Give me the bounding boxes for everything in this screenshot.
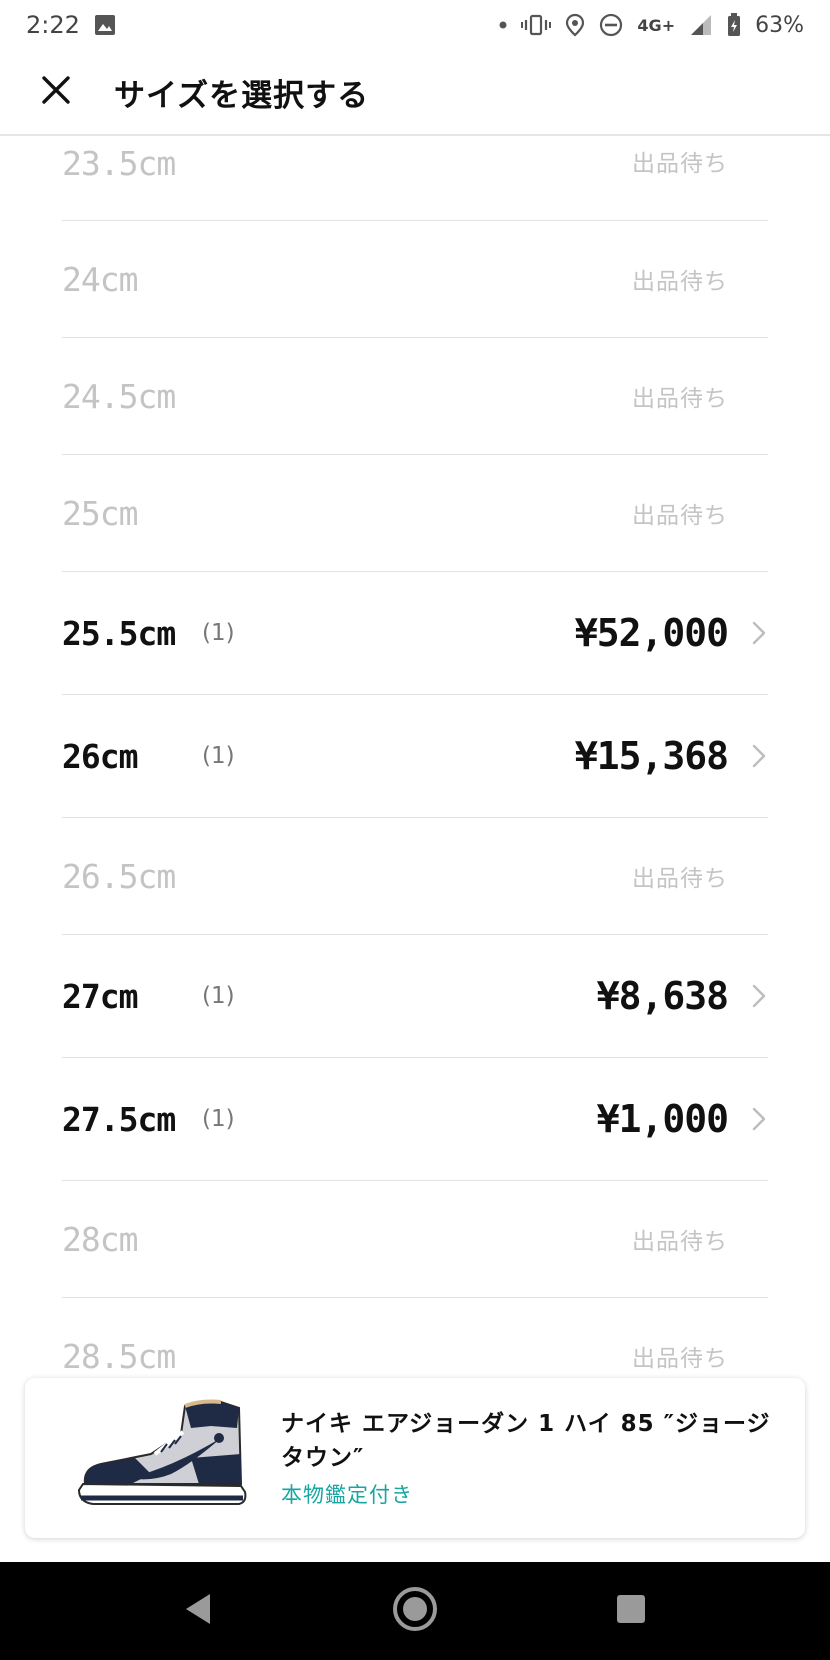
price: ¥1,000 bbox=[596, 1097, 729, 1141]
product-image bbox=[61, 1393, 261, 1523]
size-label: 24.5cm bbox=[62, 376, 176, 416]
waiting-label: 出品待ち bbox=[632, 269, 728, 295]
close-button[interactable] bbox=[28, 64, 84, 120]
price: ¥15,368 bbox=[574, 734, 729, 778]
size-row[interactable]: 25.5cm (1) ¥52,000 bbox=[62, 572, 768, 695]
chevron-right-icon bbox=[750, 1107, 768, 1131]
chevron-right-icon bbox=[750, 984, 768, 1008]
waiting-label: 出品待ち bbox=[632, 1229, 728, 1255]
size-row: 24.5cm 出品待ち bbox=[62, 338, 768, 455]
size-row[interactable]: 27.5cm (1) ¥1,000 bbox=[62, 1058, 768, 1181]
do-not-disturb-icon bbox=[599, 13, 623, 37]
size-row: 28cm 出品待ち bbox=[62, 1181, 768, 1298]
recents-square-icon bbox=[615, 1593, 647, 1629]
size-label: 25cm bbox=[62, 493, 138, 533]
waiting-label: 出品待ち bbox=[632, 386, 728, 412]
size-list: 23.5cm 出品待ち 24cm 出品待ち 24.5cm 出品待ち 25cm 出品待ち 25.5… bbox=[62, 140, 768, 1415]
vibrate-icon bbox=[521, 14, 552, 36]
size-label: 23.5cm bbox=[62, 144, 176, 183]
back-button[interactable] bbox=[171, 1583, 227, 1639]
size-label: 28.5cm bbox=[62, 1336, 176, 1376]
status-left: 2:22 bbox=[26, 11, 116, 39]
size-label: 27.5cm bbox=[62, 1099, 176, 1139]
price: ¥52,000 bbox=[574, 611, 729, 655]
size-row: 23.5cm 出品待ち bbox=[62, 140, 768, 221]
navigation-bar bbox=[0, 1562, 830, 1660]
size-row[interactable]: 26cm (1) ¥15,368 bbox=[62, 695, 768, 818]
size-row: 26.5cm 出品待ち bbox=[62, 818, 768, 935]
listing-count: (1) bbox=[202, 620, 235, 646]
home-circle-icon bbox=[391, 1585, 439, 1637]
battery-percent: 63% bbox=[755, 12, 804, 38]
close-icon bbox=[41, 75, 71, 109]
waiting-label: 出品待ち bbox=[632, 1346, 728, 1372]
signal-icon bbox=[689, 14, 713, 36]
back-triangle-icon bbox=[184, 1592, 214, 1630]
chevron-right-icon bbox=[750, 744, 768, 768]
battery-icon bbox=[727, 13, 741, 37]
status-time: 2:22 bbox=[26, 11, 80, 39]
header: サイズを選択する bbox=[0, 50, 830, 136]
listing-count: (1) bbox=[202, 983, 235, 1009]
network-type: 4G+ bbox=[637, 15, 676, 35]
status-bar: 2:22 4G+ 63% bbox=[0, 0, 830, 50]
status-right: 4G+ 63% bbox=[499, 13, 804, 38]
listing-count: (1) bbox=[202, 743, 235, 769]
location-icon bbox=[565, 13, 585, 37]
image-notification-icon bbox=[94, 14, 116, 36]
product-name: ナイキ エアジョーダン 1 ハイ 85 ″ジョージタウン″ bbox=[281, 1411, 771, 1471]
size-label: 27cm bbox=[62, 976, 138, 1016]
product-info: ナイキ エアジョーダン 1 ハイ 85 ″ジョージタウン″ 本物鑑定付き bbox=[281, 1407, 771, 1509]
waiting-label: 出品待ち bbox=[632, 503, 728, 529]
product-card[interactable]: ナイキ エアジョーダン 1 ハイ 85 ″ジョージタウン″ 本物鑑定付き bbox=[25, 1378, 805, 1538]
size-row: 24cm 出品待ち bbox=[62, 221, 768, 338]
authenticity-badge: 本物鑑定付き bbox=[281, 1483, 413, 1507]
size-label: 26cm bbox=[62, 736, 138, 776]
size-label: 28cm bbox=[62, 1219, 138, 1259]
size-row[interactable]: 27cm (1) ¥8,638 bbox=[62, 935, 768, 1058]
dot-icon bbox=[499, 21, 507, 29]
listing-count: (1) bbox=[202, 1106, 235, 1132]
size-label: 26.5cm bbox=[62, 856, 176, 896]
recents-button[interactable] bbox=[603, 1583, 659, 1639]
waiting-label: 出品待ち bbox=[632, 151, 728, 177]
size-label: 24cm bbox=[62, 259, 138, 299]
size-label: 25.5cm bbox=[62, 613, 176, 653]
home-button[interactable] bbox=[387, 1583, 443, 1639]
price: ¥8,638 bbox=[596, 974, 729, 1018]
size-row: 25cm 出品待ち bbox=[62, 455, 768, 572]
waiting-label: 出品待ち bbox=[632, 866, 728, 892]
page-title: サイズを選択する bbox=[114, 77, 370, 114]
chevron-right-icon bbox=[750, 621, 768, 645]
